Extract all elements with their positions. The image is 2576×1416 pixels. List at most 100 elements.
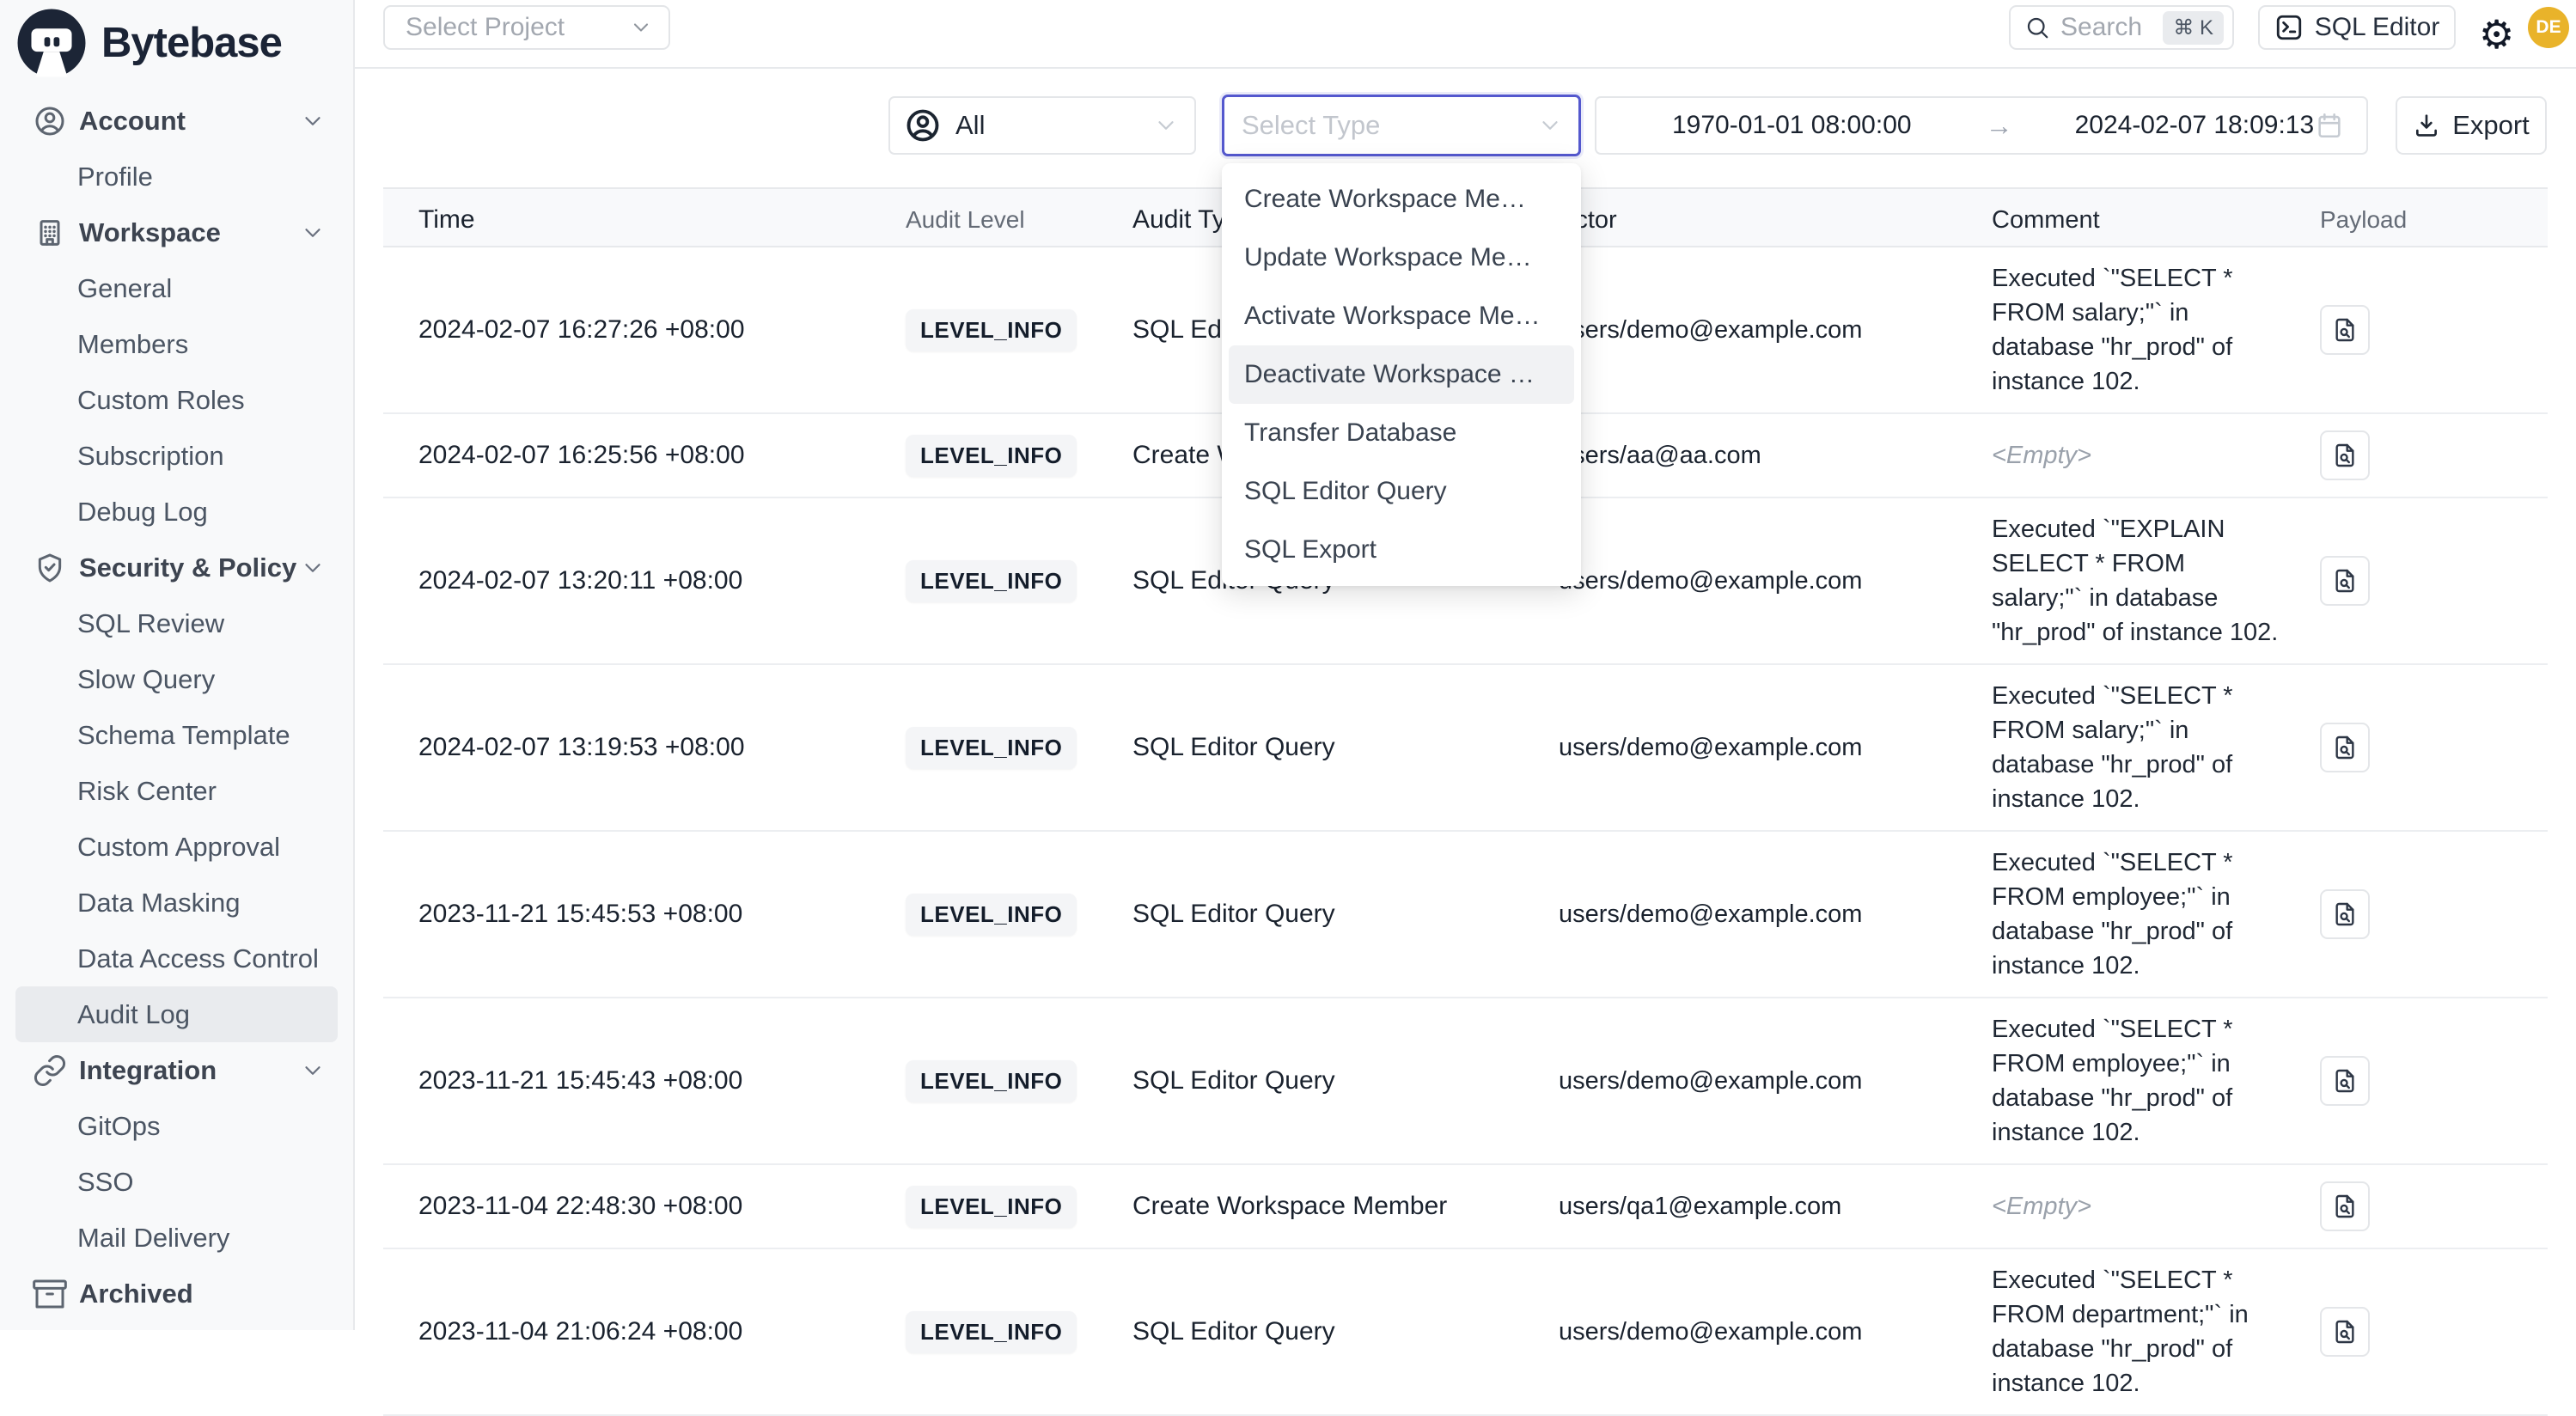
audit-level-badge: LEVEL_INFO [906, 1060, 1077, 1102]
sidebar-item-sso[interactable]: SSO [15, 1154, 338, 1210]
row-audit-level: LEVEL_INFO [894, 309, 1117, 351]
row-audit-level: LEVEL_INFO [894, 894, 1117, 936]
payload-view-button[interactable] [2320, 1307, 2370, 1357]
row-audit-level: LEVEL_INFO [894, 727, 1117, 769]
sidebar-group-account[interactable]: Account [0, 93, 353, 149]
sidebar-item-general[interactable]: General [15, 260, 338, 316]
row-actor: users/demo@example.com [1547, 900, 1968, 929]
calendar-icon [2315, 111, 2344, 140]
row-payload [2303, 305, 2548, 355]
sidebar-group-integration[interactable]: Integration [0, 1042, 353, 1098]
sidebar-item-audit-log[interactable]: Audit Log [15, 986, 338, 1042]
brand-name: Bytebase [101, 19, 282, 67]
date-range-picker[interactable]: 1970-01-01 08:00:00 → 2024-02-07 18:09:1… [1595, 96, 2368, 155]
date-from[interactable]: 1970-01-01 08:00:00 [1672, 111, 1912, 140]
payload-view-button[interactable] [2320, 305, 2370, 355]
sidebar-item-mail-delivery[interactable]: Mail Delivery [15, 1210, 338, 1266]
type-option-deactivate-workspace[interactable]: Deactivate Workspace … [1229, 345, 1574, 404]
sidebar-item-data-access-control[interactable]: Data Access Control [15, 931, 338, 986]
file-search-icon [2331, 567, 2359, 595]
search-input[interactable]: Search ⌘ K [2009, 5, 2234, 50]
sidebar-item-risk-center[interactable]: Risk Center [15, 763, 338, 819]
sidebar-item-custom-approval[interactable]: Custom Approval [15, 819, 338, 875]
row-comment: Executed `"EXPLAIN SELECT * FROM salary;… [1968, 498, 2303, 663]
row-audit-type: SQL Editor Query [1117, 900, 1547, 929]
table-row: 2023-11-21 15:45:53 +08:00 LEVEL_INFO SQ… [383, 832, 2548, 998]
payload-view-button[interactable] [2320, 723, 2370, 772]
topbar: Select Project Search ⌘ K SQL Editor ⚙ D… [355, 0, 2576, 69]
brand-logo[interactable]: Bytebase [0, 0, 353, 86]
sidebar-item-sql-review[interactable]: SQL Review [15, 595, 338, 651]
type-option-update-workspace-me[interactable]: Update Workspace Me… [1229, 229, 1574, 287]
chevron-down-icon [300, 220, 326, 246]
file-search-icon [2331, 316, 2359, 344]
search-placeholder: Search [2060, 13, 2142, 42]
sidebar-group-archived[interactable]: Archived [0, 1266, 353, 1321]
sidebar-item-subscription[interactable]: Subscription [15, 428, 338, 484]
row-actor: users/aa@aa.com [1547, 442, 1968, 470]
payload-view-button[interactable] [2320, 889, 2370, 939]
sidebar-item-slow-query[interactable]: Slow Query [15, 651, 338, 707]
row-time: 2024-02-07 16:25:56 +08:00 [383, 441, 894, 470]
table-row: 2023-11-04 21:06:24 +08:00 LEVEL_INFO SQ… [383, 1249, 2548, 1416]
type-option-transfer-database[interactable]: Transfer Database [1229, 404, 1574, 462]
sidebar-item-schema-template[interactable]: Schema Template [15, 707, 338, 763]
chevron-down-icon [1153, 113, 1179, 138]
row-time: 2023-11-04 21:06:24 +08:00 [383, 1317, 894, 1346]
payload-view-button[interactable] [2320, 556, 2370, 606]
export-label: Export [2452, 110, 2530, 141]
audit-level-badge: LEVEL_INFO [906, 309, 1077, 351]
column-header-comment: Comment [1968, 189, 2303, 251]
sidebar-item-members[interactable]: Members [15, 316, 338, 372]
row-comment: <Empty> [1968, 1175, 2303, 1237]
sidebar-nav: Account Profile Workspace General Member… [0, 93, 353, 1321]
row-audit-type: SQL Editor Query [1117, 733, 1547, 762]
row-audit-level: LEVEL_INFO [894, 1060, 1117, 1102]
avatar[interactable]: DE [2528, 7, 2569, 48]
payload-view-button[interactable] [2320, 1181, 2370, 1231]
project-select[interactable]: Select Project [383, 5, 670, 50]
row-audit-level: LEVEL_INFO [894, 560, 1117, 602]
row-actor: users/demo@example.com [1547, 1067, 1968, 1096]
row-time: 2024-02-07 13:20:11 +08:00 [383, 566, 894, 595]
row-audit-type: SQL Editor Query [1117, 1066, 1547, 1096]
sidebar-group-security-policy[interactable]: Security & Policy [0, 540, 353, 595]
shield-check-icon [33, 551, 67, 585]
file-search-icon [2331, 1318, 2359, 1346]
link-icon [33, 1053, 67, 1088]
table-row: 2023-11-04 22:48:30 +08:00 LEVEL_INFO Cr… [383, 1165, 2548, 1249]
sidebar-item-profile[interactable]: Profile [15, 149, 338, 204]
row-payload [2303, 1056, 2548, 1106]
sidebar-item-debug-log[interactable]: Debug Log [15, 484, 338, 540]
settings-gear-icon[interactable]: ⚙ [2479, 9, 2514, 59]
bytebase-logo-icon [15, 7, 88, 79]
chevron-down-icon [300, 108, 326, 134]
payload-view-button[interactable] [2320, 430, 2370, 480]
chevron-down-icon [300, 555, 326, 581]
payload-view-button[interactable] [2320, 1056, 2370, 1106]
sidebar-item-custom-roles[interactable]: Custom Roles [15, 372, 338, 428]
row-payload [2303, 889, 2548, 939]
archive-icon [33, 1277, 67, 1311]
sql-editor-label: SQL Editor [2315, 13, 2440, 42]
type-option-sql-export[interactable]: SQL Export [1229, 521, 1574, 579]
user-circle-icon [33, 104, 67, 138]
row-comment: Executed `"SELECT * FROM employee;"` in … [1968, 998, 2303, 1163]
sql-editor-button[interactable]: SQL Editor [2258, 5, 2456, 50]
chevron-down-icon [300, 1058, 326, 1083]
download-icon [2413, 112, 2440, 139]
file-search-icon [2331, 734, 2359, 761]
date-to[interactable]: 2024-02-07 18:09:13 [2075, 111, 2315, 140]
sidebar-item-gitops[interactable]: GitOps [15, 1098, 338, 1154]
chevron-down-icon [629, 15, 653, 40]
type-option-sql-editor-query[interactable]: SQL Editor Query [1229, 462, 1574, 521]
type-option-create-workspace-me[interactable]: Create Workspace Me… [1229, 170, 1574, 229]
export-button[interactable]: Export [2396, 96, 2547, 155]
actor-filter-select[interactable]: All [888, 96, 1196, 155]
sidebar-item-data-masking[interactable]: Data Masking [15, 875, 338, 931]
row-audit-type: Create Workspace Member [1117, 1192, 1547, 1221]
column-header-actor: Actor [1547, 206, 1968, 235]
sidebar-group-workspace[interactable]: Workspace [0, 204, 353, 260]
type-option-activate-workspace-me[interactable]: Activate Workspace Me… [1229, 287, 1574, 345]
type-filter-select[interactable]: Select Type [1222, 95, 1581, 156]
